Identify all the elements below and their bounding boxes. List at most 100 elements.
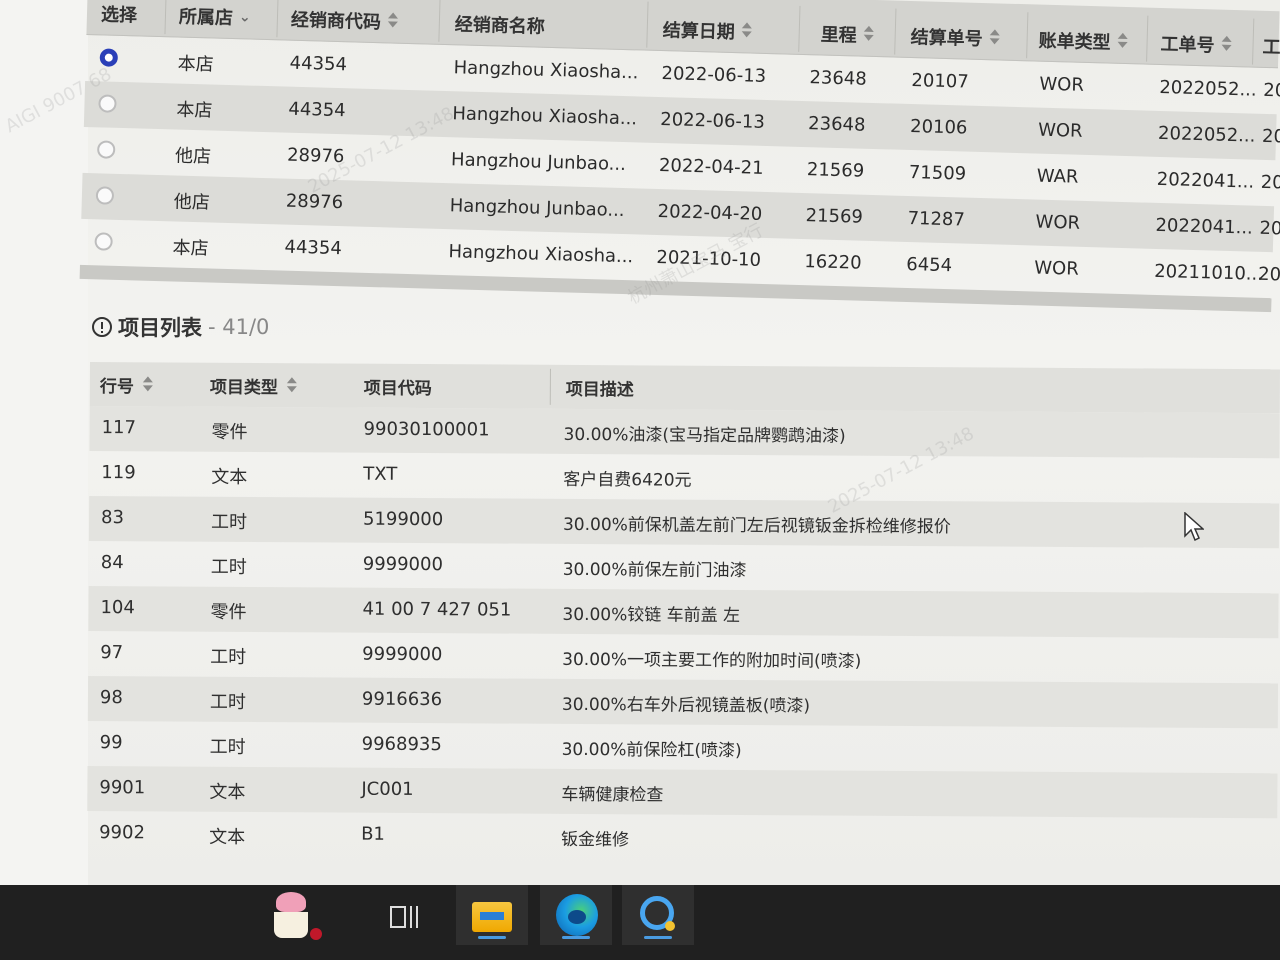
cell-type: 文本 [211,466,248,488]
cell-desc: 30.00%油漆(宝马指定品牌鹦鹉油漆) [563,424,846,447]
cell-order-no: 2022041... [1155,214,1254,239]
col-desc-header: 项目描述 [565,379,634,401]
left-gutter [0,0,88,885]
cell-settle-no: 20107 [911,70,969,93]
cell-line: 99 [99,732,123,754]
cell-store: 本店 [172,237,209,260]
cake-app-icon[interactable] [270,892,322,944]
cell-dealer-name: Hangzhou Xiaosha... [452,103,638,130]
cell-dealer-name: Hangzhou Xiaosha... [448,241,634,268]
sort-icon[interactable] [1220,36,1232,54]
cell-type: 工时 [209,691,246,713]
cell-type: 零件 [210,601,247,623]
table-row[interactable]: 119 文本 TXT 客户自费6420元 [89,451,1279,503]
table-row[interactable]: 97 工时 9999000 30.00%一项主要工作的附加时间(喷漆) [88,631,1278,683]
table-row[interactable]: 9902 文本 B1 钣金维修 [87,811,1277,863]
cell-type: 工时 [210,646,247,668]
cell-order-no: 2022041... [1156,168,1255,193]
cell-desc: 30.00%一项主要工作的附加时间(喷漆) [562,649,862,672]
edge-browser-icon[interactable] [556,894,598,936]
col-type-header[interactable]: 项目类型 [210,373,298,399]
cell-mileage: 16220 [804,251,862,274]
cell-desc: 30.00%前保险杠(喷漆) [561,739,742,761]
cell-store: 他店 [173,191,211,214]
cell-type: 零件 [211,421,248,443]
table-row[interactable]: 83 工时 5199000 30.00%前保机盖左前门左后视镜钣金拆检维修报价 [88,495,1280,549]
col-store-header[interactable]: 所属店 ⌄ [179,0,252,35]
col-mileage-header[interactable]: 里程 [820,16,875,51]
table-row[interactable]: 117 零件 99030100001 30.00%油漆(宝马指定品牌鹦鹉油漆) [89,405,1280,459]
row-radio[interactable] [94,232,113,251]
cell-code: JC001 [361,778,414,800]
cell-line: 9901 [99,777,146,799]
cell-dealer-code: 28976 [286,144,345,168]
cell-line: 119 [101,462,136,484]
cell-desc: 30.00%铰链 车前盖 左 [562,604,741,626]
cell-code: 41 00 7 427 051 [362,598,512,621]
table-row[interactable]: 9901 文本 JC001 车辆健康检查 [87,765,1278,819]
sort-icon[interactable] [1116,33,1128,51]
cell-bill-type: WOR [1033,257,1080,280]
cell-type: 工时 [209,736,246,758]
col-dealer-code-header[interactable]: 经销商代码 [290,2,399,39]
file-explorer-icon[interactable] [472,902,512,932]
cell-dealer-name: Hangzhou Junbao... [449,195,625,222]
cell-line: 104 [100,597,135,619]
sort-icon[interactable] [286,377,298,395]
sort-icon[interactable] [741,22,753,40]
search-app-icon[interactable] [640,896,675,931]
cell-date: 2022-04-20 [657,201,763,225]
cell-store: 他店 [174,145,212,168]
sort-icon[interactable] [387,12,399,30]
cell-mileage: 21569 [805,205,864,228]
cell-mileage: 23648 [807,113,866,136]
chevron-down-icon[interactable]: ⌄ [239,9,251,25]
cell-line: 83 [100,507,125,529]
row-radio[interactable] [98,94,117,113]
items-table-header: 行号 项目类型 项目代码 项目描述 [89,362,1280,414]
table-row[interactable]: 104 零件 41 00 7 427 051 30.00%铰链 车前盖 左 [88,585,1279,639]
cell-line: 97 [100,642,124,664]
task-view-icon[interactable] [390,904,420,928]
cell-line: 84 [100,552,124,574]
row-radio[interactable] [99,48,119,67]
cell-dealer-code: 44354 [289,52,348,76]
cell-dealer-code: 28976 [285,190,344,214]
cell-code: 9999000 [362,553,444,576]
row-radio[interactable] [95,186,115,205]
cell-desc: 车辆健康检查 [561,784,664,806]
table-row[interactable]: 98 工时 9916636 30.00%右车外后视镜盖板(喷漆) [87,675,1279,729]
col-dealer-name-header: 经销商名称 [454,14,546,38]
cell-desc: 30.00%前保机盖左前门左后视镜钣金拆检维修报价 [562,514,951,538]
cell-order-no: 20211010... [1153,260,1264,285]
col-line-header[interactable]: 行号 [100,372,154,397]
screen: 选择 所属店 ⌄ 经销商代码 经销商名称 结算日期 里程 结算单号 账单类型 工单… [0,0,1280,885]
cell-desc: 钣金维修 [561,829,630,851]
col-date-header[interactable]: 结算日期 [662,12,753,48]
table-row[interactable]: 84 工时 9999000 30.00%前保左前门油漆 [89,541,1279,593]
cell-code: 9968935 [361,733,442,756]
col-order-no-header[interactable]: 工单号 [1160,26,1233,62]
col-select-header: 选择 [100,4,138,27]
cell-order-no: 2022052... [1157,122,1256,147]
sort-icon[interactable] [988,29,1000,47]
cell-extra: 20 [1263,79,1280,102]
cell-date: 2022-04-21 [658,155,764,179]
cell-date: 2021-10-10 [656,246,762,271]
cell-date: 2022-06-13 [661,63,767,87]
settlement-table: 选择 所属店 ⌄ 经销商代码 经销商名称 结算日期 里程 结算单号 账单类型 工单… [79,0,1280,313]
cell-dealer-code: 44354 [288,98,346,122]
sort-icon[interactable] [142,376,154,394]
cell-code: 9999000 [362,643,443,666]
sort-icon[interactable] [862,26,874,44]
cell-line: 117 [101,417,137,439]
col-settle-no-header[interactable]: 结算单号 [910,19,1001,55]
cell-mileage: 21569 [806,159,865,182]
cell-extra: 20 [1259,217,1280,240]
cell-settle-no: 20106 [909,116,968,139]
col-bill-type-header[interactable]: 账单类型 [1038,23,1129,59]
cell-line: 98 [99,687,123,709]
cell-extra: 20 [1260,171,1280,194]
table-row[interactable]: 99 工时 9968935 30.00%前保险杠(喷漆) [88,721,1278,773]
row-radio[interactable] [96,140,116,159]
